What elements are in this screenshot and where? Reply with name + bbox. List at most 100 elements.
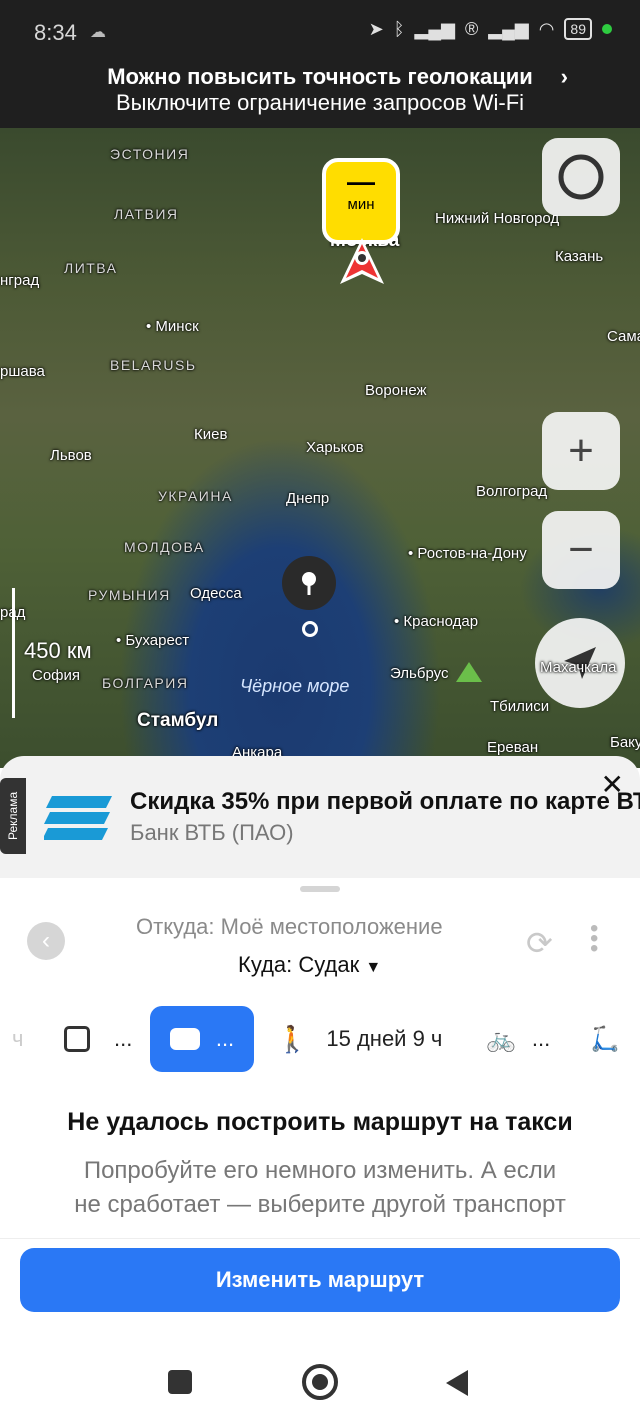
current-location-marker-icon (340, 238, 384, 284)
wifi-icon: ◠ (538, 18, 555, 39)
sheet-drag-handle[interactable] (300, 886, 340, 892)
geolocation-banner[interactable]: Можно повысить точность геолокации Выклю… (0, 62, 640, 128)
map-label-minsk: Минск (146, 318, 198, 335)
map-label-rostov: Ростов-на-Дону (408, 545, 526, 562)
system-nav-bar (0, 1340, 640, 1423)
destination-pin-icon[interactable] (282, 556, 336, 610)
alice-icon (558, 154, 604, 200)
divider (0, 1238, 640, 1239)
map-label-kazan: Казань (555, 248, 604, 265)
map-label-city: Махачкала (540, 659, 617, 676)
more-options-icon[interactable]: • • • (590, 917, 598, 961)
route-from[interactable]: Откуда: Моё местоположение (136, 914, 443, 940)
map-label-sofia: София (32, 667, 81, 684)
transport-mode-walk[interactable]: 🚶 15 дней 9 ч (276, 1006, 442, 1072)
route-to[interactable]: Куда: Судак ▼ (238, 952, 381, 978)
geo-banner-title: Можно повысить точность геолокации (107, 64, 533, 89)
ad-banner[interactable]: Реклама Скидка 35% при первой оплате по … (0, 756, 640, 878)
privacy-dot (602, 24, 612, 34)
travel-time-unit: мин (347, 196, 375, 213)
map-label-black-sea: Чёрное море (240, 676, 350, 696)
mode-time: 15 дней 9 ч (326, 1026, 443, 1051)
transport-mode-bike[interactable]: 🚲 ... (486, 1006, 550, 1072)
close-icon[interactable]: ✕ (601, 768, 624, 801)
map-label-moldova: МОЛДОВА (124, 539, 205, 555)
error-text-line: Попробуйте его немного изменить. А если (83, 1157, 557, 1184)
route-to-label: Куда: Судак (238, 952, 360, 977)
bluetooth-icon: ᛒ (393, 18, 405, 39)
zoom-in-button[interactable]: + (542, 412, 620, 490)
alice-assistant-button[interactable] (542, 138, 620, 216)
map-label-istanbul: Стамбул (137, 710, 219, 731)
ad-subtitle: Банк ВТБ (ПАО) (130, 820, 294, 845)
battery-indicator: 89 (564, 18, 592, 40)
travel-time-value: — (347, 166, 375, 197)
map-label-kharkov: Харьков (306, 439, 364, 456)
taxi-icon (169, 1028, 200, 1050)
back-button[interactable]: ‹ (27, 922, 65, 960)
map-label-city: ршава (0, 363, 45, 380)
map-label-krasnodar: Краснодар (394, 613, 478, 630)
map-label-volgograd: Волгоград (476, 483, 548, 500)
scale-bar (12, 588, 15, 718)
ad-title: Скидка 35% при первой оплате по карте ВТ… (130, 788, 640, 815)
zoom-out-button[interactable]: − (542, 511, 620, 589)
walk-icon: 🚶 (276, 1023, 309, 1054)
back-icon[interactable] (446, 1370, 468, 1396)
map-label-belarus: BELARUSЬ (110, 357, 197, 373)
map-label-odessa: Одесса (190, 585, 242, 602)
map-label-bukharest: Бухарест (116, 632, 189, 649)
scooter-icon: 🛴 (590, 1025, 620, 1053)
error-text: Попробуйте его немного изменить. А если … (0, 1154, 640, 1222)
bicycle-icon: 🚲 (486, 1025, 516, 1053)
mode-time: ... (215, 1026, 235, 1051)
transport-mode-scooter[interactable]: 🛴 (590, 1006, 620, 1072)
signal-icon: ▂▄▆ (488, 18, 529, 39)
travel-time-badge[interactable]: — мин (322, 158, 400, 244)
recent-apps-icon[interactable] (168, 1370, 192, 1394)
chevron-right-icon: › (560, 64, 568, 89)
signal-icon: ▂▄▆ (414, 18, 455, 39)
map-label-city: нград (0, 272, 40, 289)
transport-mode-taxi[interactable]: ... (150, 1006, 254, 1072)
home-icon[interactable] (302, 1364, 338, 1400)
map-label-tbilisi: Тбилиси (490, 698, 550, 715)
geo-banner-subtitle: Выключите ограничение запросов Wi-Fi (115, 90, 525, 115)
bus-icon (64, 1026, 90, 1052)
error-text-line: не сработает — выберите другой транспорт (74, 1191, 566, 1218)
map-label-romania: РУМЫНИЯ (88, 587, 171, 603)
map-label-nizhny-novgorod: Нижний Новгород (435, 210, 560, 227)
status-icons: ➤ ᛒ ▂▄▆ ® ▂▄▆ ◠ 89 (369, 18, 612, 40)
dropdown-arrow-icon: ▼ (365, 959, 382, 976)
destination-point-icon (302, 621, 318, 637)
mode-time: ... (114, 1026, 133, 1051)
change-route-button[interactable]: Изменить маршрут (20, 1248, 620, 1312)
map-label-latvia: ЛАТВИЯ (114, 206, 179, 222)
location-icon: ➤ (368, 18, 384, 39)
error-title: Не удалось построить маршрут на такси (67, 1108, 573, 1136)
map-label-voronezh: Воронеж (365, 382, 427, 399)
chevron-left-icon: ‹ (42, 927, 50, 954)
scale-label: 450 км (24, 638, 92, 663)
swap-route-icon[interactable]: ⟳ (526, 924, 553, 962)
status-bar: 8:34 ☁ ➤ ᛒ ▂▄▆ ® ▂▄▆ ◠ 89 (0, 0, 640, 62)
map-label-lithuania: ЛИТВА (64, 260, 118, 276)
map-label-lvov: Львов (50, 447, 92, 464)
ad-tag: Реклама (0, 778, 26, 854)
transport-mode-bus[interactable]: ... (64, 1006, 132, 1072)
map-label-dnepr: Днепр (286, 490, 330, 507)
map-label-ukraine: УКРАИНА (158, 488, 233, 504)
vtb-logo-icon (44, 796, 112, 840)
cloud-icon: ☁ (90, 24, 106, 41)
map-view[interactable]: ЭСТОНИЯ ЛАТВИЯ ЛИТВА BELARUSЬ УКРАИНА МО… (0, 128, 640, 768)
map-label-bulgaria: БОЛГАРИЯ (102, 675, 189, 691)
map-label-erevan: Ереван (487, 739, 539, 756)
mountain-icon (456, 662, 482, 682)
mode-time: ч (12, 1026, 24, 1051)
transport-mode-car[interactable]: ч (0, 1006, 23, 1072)
mode-time: ... (531, 1026, 551, 1051)
status-time: 8:34 (34, 20, 77, 45)
map-label-estonia: ЭСТОНИЯ (110, 146, 190, 162)
roaming-icon: ® (464, 18, 479, 39)
transport-modes: ч ... ... 🚶 15 дней 9 ч 🚲 ... 🛴 (0, 1006, 640, 1072)
